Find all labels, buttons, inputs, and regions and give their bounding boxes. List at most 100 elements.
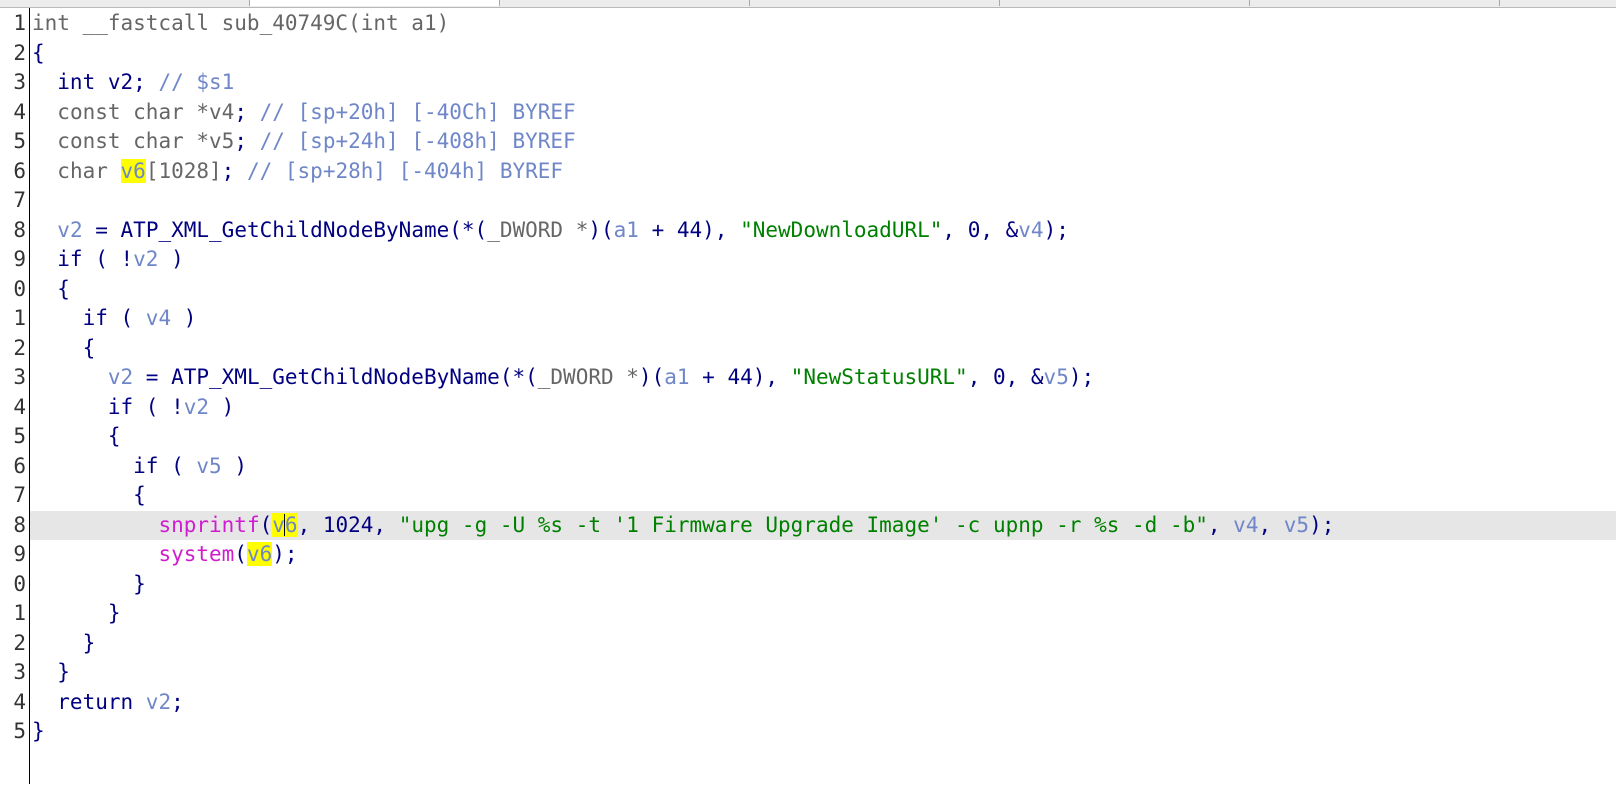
code-token[interactable]: if ( <box>32 306 146 330</box>
imported-function[interactable]: snprintf <box>158 513 259 537</box>
code-line[interactable]: 1 } <box>0 599 1616 629</box>
code-token[interactable]: ) <box>171 306 197 330</box>
string-literal[interactable]: "NewStatusURL" <box>791 365 968 389</box>
code-line[interactable]: 0 { <box>0 275 1616 305</box>
code-line[interactable]: 4 if ( !v2 ) <box>0 393 1616 423</box>
tab-pseudocode-active[interactable] <box>250 0 500 6</box>
variable-token[interactable]: a1 <box>664 365 689 389</box>
code-token[interactable]: ) <box>222 454 247 478</box>
code-text[interactable]: { <box>32 422 121 452</box>
type-token[interactable]: const char *v4 <box>57 100 234 124</box>
code-line[interactable]: 4 return v2; <box>0 688 1616 718</box>
code-token[interactable]: ; <box>234 129 259 153</box>
code-line[interactable]: 6 char v6[1028]; // [sp+28h] [-404h] BYR… <box>0 157 1616 187</box>
code-token[interactable]: = <box>83 218 121 242</box>
code-token[interactable] <box>32 218 57 242</box>
code-token[interactable]: )( <box>588 218 613 242</box>
code-line[interactable]: 4 const char *v4; // [sp+20h] [-40Ch] BY… <box>0 98 1616 128</box>
code-text[interactable]: } <box>32 629 96 659</box>
code-token[interactable]: , 1024, <box>298 513 399 537</box>
code-text[interactable]: v2 = ATP_XML_GetChildNodeByName(*(_DWORD… <box>32 216 1069 246</box>
type-token[interactable]: [1028] <box>146 159 222 183</box>
code-line[interactable]: 2 { <box>0 334 1616 364</box>
code-text[interactable]: int __fastcall sub_40749C(int a1) <box>32 9 449 39</box>
variable-token[interactable]: v2 <box>146 690 171 714</box>
string-literal[interactable]: "upg -g -U %s -t '1 Firmware Upgrade Ima… <box>399 513 1208 537</box>
code-token[interactable]: (*( <box>449 218 487 242</box>
code-text[interactable]: const char *v5; // [sp+24h] [-408h] BYRE… <box>32 127 575 157</box>
code-token[interactable]: if ( ! <box>32 395 184 419</box>
tab[interactable] <box>500 0 750 6</box>
variable-token[interactable]: v4 <box>1018 218 1043 242</box>
code-line[interactable]: 8 v2 = ATP_XML_GetChildNodeByName(*(_DWO… <box>0 216 1616 246</box>
code-text[interactable]: system(v6); <box>32 540 298 570</box>
type-token[interactable]: const char *v5 <box>57 129 234 153</box>
function-name[interactable]: ATP_XML_GetChildNodeByName <box>171 365 500 389</box>
code-token[interactable]: ); <box>272 542 297 566</box>
code-token[interactable]: ); <box>1309 513 1334 537</box>
imported-function[interactable]: system <box>158 542 234 566</box>
code-line[interactable]: 3 v2 = ATP_XML_GetChildNodeByName(*(_DWO… <box>0 363 1616 393</box>
code-text[interactable]: v2 = ATP_XML_GetChildNodeByName(*(_DWORD… <box>32 363 1094 393</box>
code-token[interactable]: , <box>1208 513 1233 537</box>
tab[interactable] <box>750 0 1000 6</box>
code-line[interactable]: 2{ <box>0 39 1616 69</box>
code-line[interactable]: 7 <box>0 186 1616 216</box>
code-line[interactable]: 1 int __fastcall sub_40749C(int a1) <box>0 9 1616 39</box>
code-line[interactable]: 3 int v2; // $s1 <box>0 68 1616 98</box>
code-token[interactable] <box>32 513 158 537</box>
code-token[interactable]: } <box>32 631 96 655</box>
code-text[interactable]: } <box>32 658 70 688</box>
code-token[interactable]: } <box>32 601 121 625</box>
code-text[interactable]: if ( v5 ) <box>32 452 247 482</box>
code-token[interactable]: )( <box>639 365 664 389</box>
variable-token[interactable]: v5 <box>1284 513 1309 537</box>
code-line[interactable]: 0 } <box>0 570 1616 600</box>
code-token[interactable]: { <box>32 41 45 65</box>
highlighted-variable[interactable]: 6 <box>284 512 298 537</box>
code-token[interactable]: } <box>32 660 70 684</box>
type-token[interactable]: ) <box>437 11 450 35</box>
type-token[interactable]: char <box>57 159 120 183</box>
code-text[interactable]: char v6[1028]; // [sp+28h] [-404h] BYREF <box>32 157 563 187</box>
code-text[interactable]: } <box>32 599 121 629</box>
code-token[interactable]: + 44), <box>690 365 791 389</box>
variable-token[interactable]: v2 <box>57 218 82 242</box>
code-line[interactable]: 5} <box>0 717 1616 747</box>
code-text[interactable]: } <box>32 717 45 747</box>
code-token[interactable]: = <box>133 365 171 389</box>
code-token[interactable]: , 0, & <box>942 218 1018 242</box>
code-text[interactable]: } <box>32 570 146 600</box>
code-token[interactable]: ) <box>158 247 184 271</box>
code-token[interactable]: ( <box>234 542 247 566</box>
code-token[interactable] <box>32 100 57 124</box>
function-name[interactable]: ATP_XML_GetChildNodeByName <box>121 218 450 242</box>
code-token[interactable]: ); <box>1044 218 1069 242</box>
code-token[interactable]: { <box>32 483 146 507</box>
code-text[interactable]: { <box>32 39 45 69</box>
variable-token[interactable]: v2 <box>108 365 133 389</box>
tab[interactable] <box>1250 0 1500 6</box>
code-line[interactable]: 9 system(v6); <box>0 540 1616 570</box>
code-token[interactable]: if ( ! <box>32 247 133 271</box>
code-token[interactable]: int v2; <box>32 70 158 94</box>
code-text[interactable]: if ( v4 ) <box>32 304 197 334</box>
code-text[interactable]: const char *v4; // [sp+20h] [-40Ch] BYRE… <box>32 98 575 128</box>
code-token[interactable]: , 0, & <box>968 365 1044 389</box>
code-line[interactable]: 5 { <box>0 422 1616 452</box>
code-token[interactable] <box>32 129 57 153</box>
code-text[interactable]: int v2; // $s1 <box>32 68 234 98</box>
code-token[interactable]: ( <box>260 513 273 537</box>
variable-token[interactable]: v2 <box>133 247 158 271</box>
code-line[interactable]: 3 } <box>0 658 1616 688</box>
type-token[interactable]: int __fastcall sub_40749C( <box>32 11 361 35</box>
code-line[interactable]: 5 const char *v5; // [sp+24h] [-408h] BY… <box>0 127 1616 157</box>
code-token[interactable]: ; <box>222 159 247 183</box>
tab[interactable] <box>1000 0 1250 6</box>
code-token[interactable]: ) <box>209 395 235 419</box>
type-token[interactable]: _DWORD * <box>538 365 639 389</box>
variable-token[interactable]: v5 <box>1044 365 1069 389</box>
code-line[interactable]: 9 if ( !v2 ) <box>0 245 1616 275</box>
code-token[interactable] <box>32 365 108 389</box>
code-text[interactable]: { <box>32 275 70 305</box>
